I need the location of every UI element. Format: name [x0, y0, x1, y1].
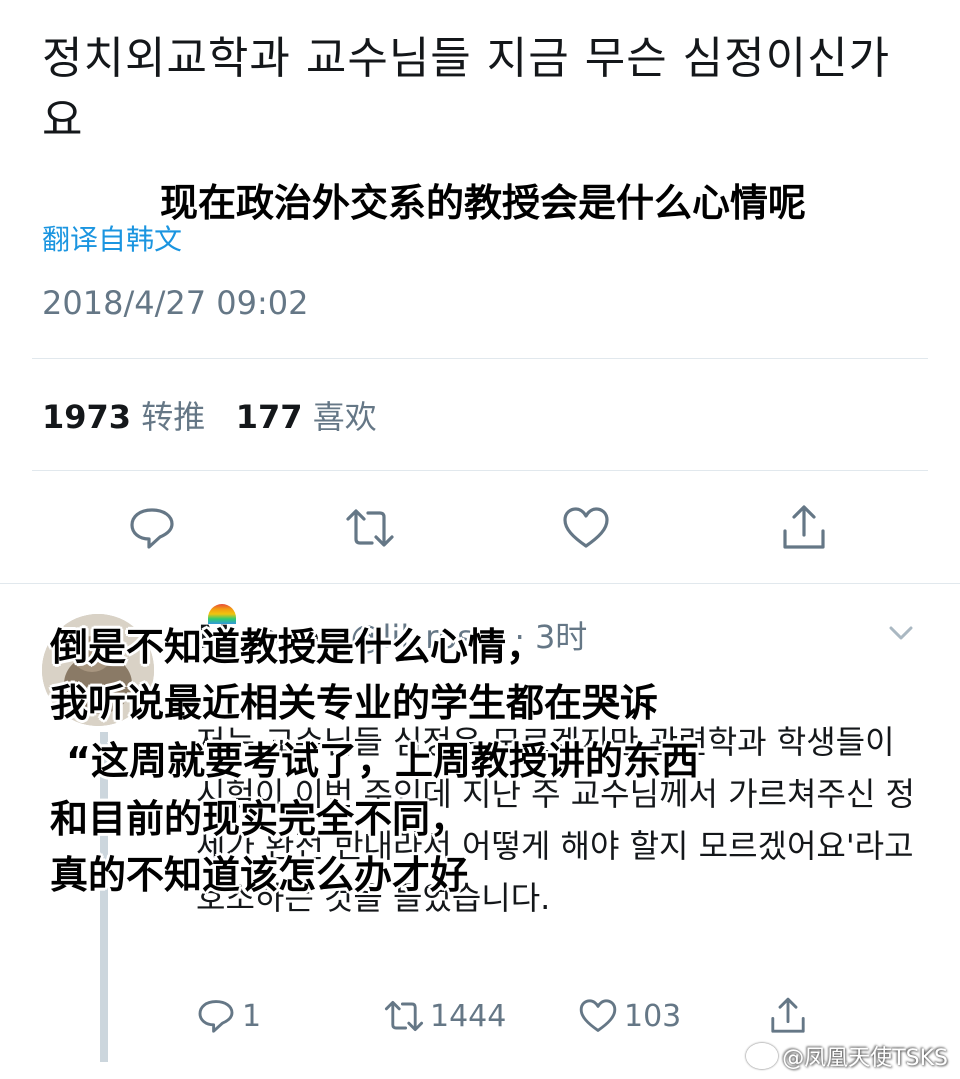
reply-like-count: 103	[624, 998, 682, 1034]
section-divider	[0, 583, 960, 584]
retweet-button[interactable]	[342, 500, 398, 556]
subtitle-line: 倒是不知道教授是什么心情，	[50, 625, 545, 669]
watermark-text: @凤凰天使TSKS	[782, 1046, 948, 1071]
reply-reply-button[interactable]: 1	[196, 996, 261, 1036]
retweets-count[interactable]: 1973	[42, 398, 131, 436]
retweet-icon	[346, 509, 394, 547]
reply-reply-count: 1	[242, 998, 262, 1034]
tweet-timestamp[interactable]: 2018/4/27 09:02	[42, 284, 308, 322]
reply-share-button[interactable]	[768, 996, 814, 1036]
like-icon	[563, 507, 609, 548]
subtitle-line: “这周就要考试了，上周教授讲的东西	[66, 739, 699, 783]
subtitle-tweet-translation: 现在政治外交系的教授会是什么心情呢	[160, 181, 807, 225]
chevron-down-icon[interactable]	[886, 618, 916, 648]
watermark: @凤凰天使TSKS	[746, 1040, 948, 1072]
like-icon	[579, 999, 617, 1032]
reply-like-button[interactable]: 103	[578, 996, 681, 1036]
tweet-text: 정치외교학과 교수님들 지금 무슨 심정이신가요	[42, 33, 891, 146]
subtitle-line: 和目前的现实完全不同，	[50, 797, 469, 841]
share-icon	[771, 997, 805, 1033]
reply-button[interactable]	[124, 500, 180, 556]
divider	[32, 358, 928, 359]
weibo-icon	[746, 1043, 779, 1069]
reply-retweet-count: 1444	[430, 998, 507, 1034]
like-button[interactable]	[558, 500, 614, 556]
subtitle-line: 我听说最近相关专业的学生都在哭诉	[50, 681, 659, 725]
likes-count[interactable]: 177	[236, 398, 303, 436]
reply-icon	[130, 508, 174, 549]
reply-icon	[198, 1000, 234, 1033]
divider	[32, 470, 928, 471]
likes-label[interactable]: 喜欢	[313, 398, 377, 436]
retweets-label[interactable]: 转推	[141, 398, 205, 436]
tweet-stats: 1973 转推 177 喜欢	[42, 392, 377, 438]
subtitle-line: 真的不知道该怎么办才好	[50, 853, 469, 897]
reply-retweet-button[interactable]: 1444	[384, 996, 506, 1036]
retweet-icon	[384, 1000, 424, 1032]
share-button[interactable]	[776, 500, 832, 556]
share-icon	[783, 505, 825, 549]
